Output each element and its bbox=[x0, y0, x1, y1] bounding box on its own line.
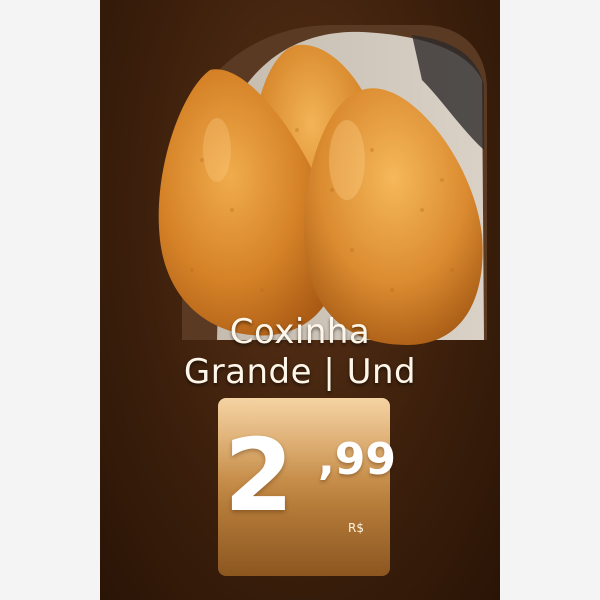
price-integer: 2 bbox=[224, 417, 294, 534]
page: Coxinha Grande | Und 2 ,99 R$ bbox=[0, 0, 600, 600]
product-name: Coxinha Grande | Und bbox=[100, 312, 500, 392]
coxinha-photo bbox=[122, 10, 492, 355]
product-name-line-2: Grande | Und bbox=[183, 352, 417, 392]
price-tag: 2 ,99 R$ bbox=[218, 398, 396, 576]
price-decimals: ,99 bbox=[318, 434, 396, 485]
product-card: Coxinha Grande | Und 2 ,99 R$ bbox=[100, 0, 500, 600]
product-name-line-1: Coxinha bbox=[229, 312, 371, 352]
price-currency: R$ bbox=[348, 521, 364, 535]
